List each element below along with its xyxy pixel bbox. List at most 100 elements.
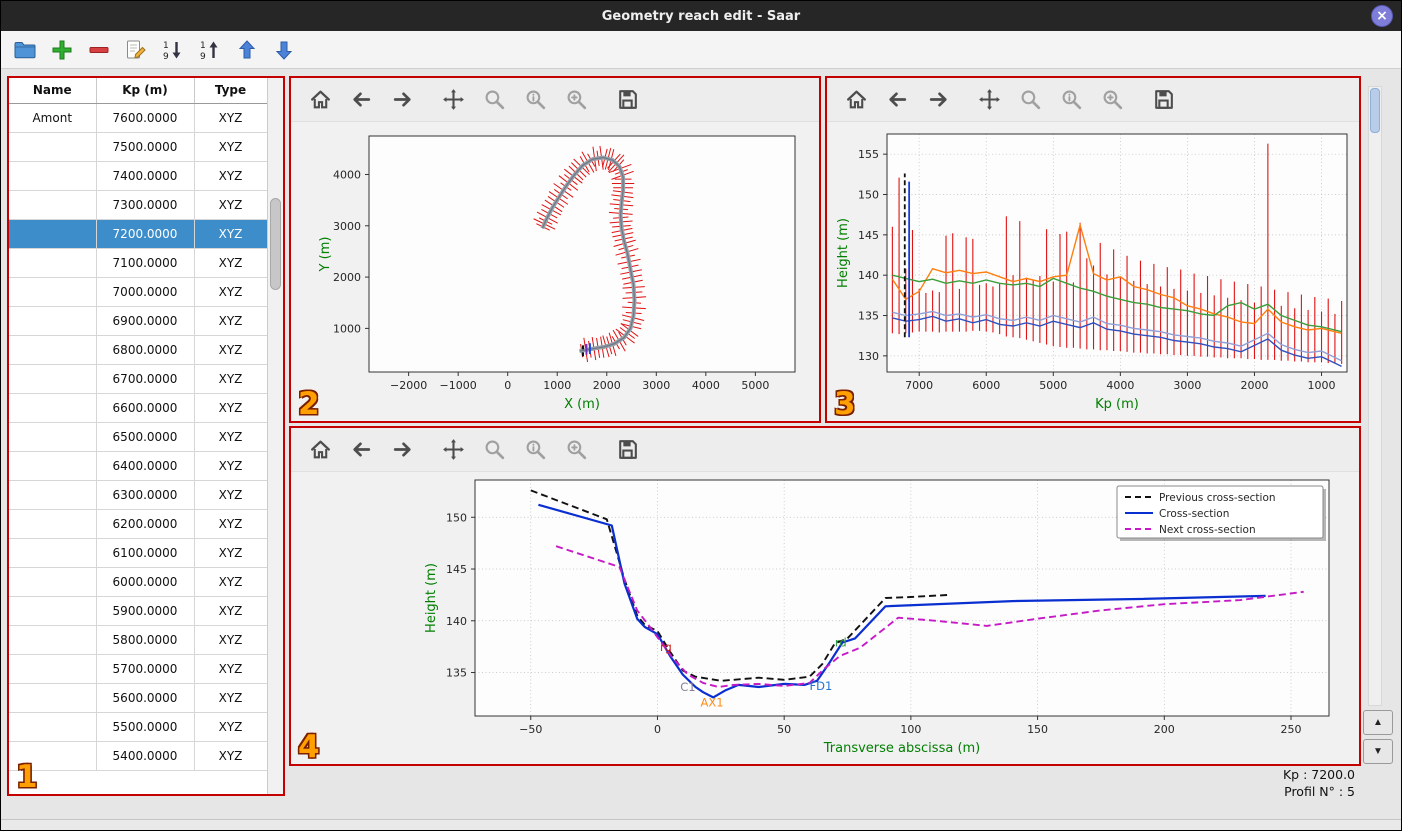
add-cross-section-button[interactable] bbox=[48, 36, 76, 64]
table-row[interactable]: 6300.0000 XYZ bbox=[9, 480, 268, 510]
sort-descending-button[interactable]: 1 9 bbox=[159, 36, 187, 64]
zoom-plus-button[interactable] bbox=[561, 85, 591, 115]
table-row[interactable]: 7500.0000 XYZ bbox=[9, 132, 268, 162]
edit-cross-section-button[interactable] bbox=[122, 36, 150, 64]
table-cell[interactable] bbox=[9, 451, 97, 481]
table-cell[interactable]: XYZ bbox=[194, 393, 268, 423]
back-button[interactable] bbox=[882, 85, 912, 115]
table-cell[interactable]: XYZ bbox=[194, 451, 268, 481]
table-cell[interactable]: 6900.0000 bbox=[96, 306, 195, 336]
table-cell[interactable]: 6700.0000 bbox=[96, 364, 195, 394]
table-cell[interactable]: 5400.0000 bbox=[96, 741, 195, 771]
table-cell[interactable]: XYZ bbox=[194, 683, 268, 713]
column-header-kp[interactable]: Kp (m) bbox=[96, 78, 195, 104]
table-row[interactable]: 6900.0000 XYZ bbox=[9, 306, 268, 336]
table-cell[interactable]: 5600.0000 bbox=[96, 683, 195, 713]
table-cell[interactable]: 6200.0000 bbox=[96, 509, 195, 539]
table-cell[interactable]: XYZ bbox=[194, 248, 268, 278]
table-row[interactable]: 6000.0000 XYZ bbox=[9, 567, 268, 597]
back-button[interactable] bbox=[346, 435, 376, 465]
table-cell[interactable]: XYZ bbox=[194, 712, 268, 742]
table-row[interactable]: 5700.0000 XYZ bbox=[9, 654, 268, 684]
table-cell[interactable]: 6000.0000 bbox=[96, 567, 195, 597]
table-cell[interactable] bbox=[9, 654, 97, 684]
profile-up-button[interactable]: ▲ bbox=[1363, 710, 1393, 735]
table-cell[interactable]: 6800.0000 bbox=[96, 335, 195, 365]
table-cell[interactable]: 6300.0000 bbox=[96, 480, 195, 510]
table-cell[interactable]: XYZ bbox=[194, 596, 268, 626]
table-cell[interactable]: Amont bbox=[9, 103, 97, 133]
profile-down-button[interactable]: ▼ bbox=[1363, 739, 1393, 764]
table-cell[interactable]: XYZ bbox=[194, 422, 268, 452]
zoom-info-button[interactable] bbox=[520, 85, 550, 115]
table-cell[interactable] bbox=[9, 538, 97, 568]
table-cell[interactable]: 7100.0000 bbox=[96, 248, 195, 278]
table-cell[interactable] bbox=[9, 219, 97, 249]
home-button[interactable] bbox=[841, 85, 871, 115]
table-row[interactable]: 6500.0000 XYZ bbox=[9, 422, 268, 452]
table-row[interactable]: 5400.0000 XYZ bbox=[9, 741, 268, 771]
table-row[interactable]: 7400.0000 XYZ bbox=[9, 161, 268, 191]
table-cell[interactable]: XYZ bbox=[194, 538, 268, 568]
table-cell[interactable] bbox=[9, 683, 97, 713]
table-row[interactable]: 6100.0000 XYZ bbox=[9, 538, 268, 568]
table-cell[interactable] bbox=[9, 306, 97, 336]
back-button[interactable] bbox=[346, 85, 376, 115]
table-row[interactable]: 5800.0000 XYZ bbox=[9, 625, 268, 655]
table-cell[interactable] bbox=[9, 277, 97, 307]
table-cell[interactable] bbox=[9, 422, 97, 452]
zoom-info-button[interactable] bbox=[520, 435, 550, 465]
table-cell[interactable]: XYZ bbox=[194, 480, 268, 510]
table-cell[interactable]: 6600.0000 bbox=[96, 393, 195, 423]
table-cell[interactable]: 7600.0000 bbox=[96, 103, 195, 133]
table-row[interactable]: 7200.0000 XYZ bbox=[9, 219, 268, 249]
table-cell[interactable]: XYZ bbox=[194, 364, 268, 394]
table-cell[interactable]: XYZ bbox=[194, 654, 268, 684]
table-cell[interactable]: XYZ bbox=[194, 219, 268, 249]
save-button[interactable] bbox=[612, 85, 642, 115]
table-cell[interactable] bbox=[9, 364, 97, 394]
table-cell[interactable]: XYZ bbox=[194, 132, 268, 162]
table-row[interactable]: 7000.0000 XYZ bbox=[9, 277, 268, 307]
table-cell[interactable]: 6400.0000 bbox=[96, 451, 195, 481]
table-scrollbar-thumb[interactable] bbox=[270, 198, 281, 290]
table-cell[interactable] bbox=[9, 596, 97, 626]
table-cell[interactable]: XYZ bbox=[194, 509, 268, 539]
save-button[interactable] bbox=[1148, 85, 1178, 115]
table-row[interactable]: 6400.0000 XYZ bbox=[9, 451, 268, 481]
move-up-button[interactable] bbox=[233, 36, 261, 64]
pan-button[interactable] bbox=[438, 435, 468, 465]
zoom-plus-button[interactable] bbox=[561, 435, 591, 465]
column-header-name[interactable]: Name bbox=[9, 78, 97, 104]
table-cell[interactable]: 7000.0000 bbox=[96, 277, 195, 307]
table-cell[interactable] bbox=[9, 625, 97, 655]
table-cell[interactable]: 6100.0000 bbox=[96, 538, 195, 568]
pan-button[interactable] bbox=[974, 85, 1004, 115]
table-row[interactable]: 5500.0000 XYZ bbox=[9, 712, 268, 742]
table-cell[interactable]: XYZ bbox=[194, 741, 268, 771]
plan-view-plot[interactable]: −2000 −1000 0 1000 2000 3000 4000 5000 1000 2000 3… bbox=[291, 122, 819, 418]
zoom-plus-button[interactable] bbox=[1097, 85, 1127, 115]
table-cell[interactable] bbox=[9, 248, 97, 278]
table-cell[interactable] bbox=[9, 161, 97, 191]
save-button[interactable] bbox=[612, 435, 642, 465]
table-scrollbar[interactable] bbox=[267, 78, 283, 794]
move-down-button[interactable] bbox=[270, 36, 298, 64]
table-cell[interactable]: 5800.0000 bbox=[96, 625, 195, 655]
table-row[interactable]: 5900.0000 XYZ bbox=[9, 596, 268, 626]
table-row[interactable]: 6800.0000 XYZ bbox=[9, 335, 268, 365]
table-cell[interactable]: XYZ bbox=[194, 625, 268, 655]
remove-cross-section-button[interactable] bbox=[85, 36, 113, 64]
forward-button[interactable] bbox=[387, 435, 417, 465]
table-row[interactable]: 5600.0000 XYZ bbox=[9, 683, 268, 713]
sort-ascending-button[interactable]: 1 9 bbox=[196, 36, 224, 64]
table-cell[interactable]: 5500.0000 bbox=[96, 712, 195, 742]
table-cell[interactable]: 7500.0000 bbox=[96, 132, 195, 162]
table-cell[interactable]: XYZ bbox=[194, 567, 268, 597]
table-cell[interactable]: 7200.0000 bbox=[96, 219, 195, 249]
table-cell[interactable] bbox=[9, 190, 97, 220]
right-scrollbar[interactable] bbox=[1368, 86, 1382, 706]
home-button[interactable] bbox=[305, 85, 335, 115]
table-cell[interactable] bbox=[9, 132, 97, 162]
table-row[interactable]: 6200.0000 XYZ bbox=[9, 509, 268, 539]
